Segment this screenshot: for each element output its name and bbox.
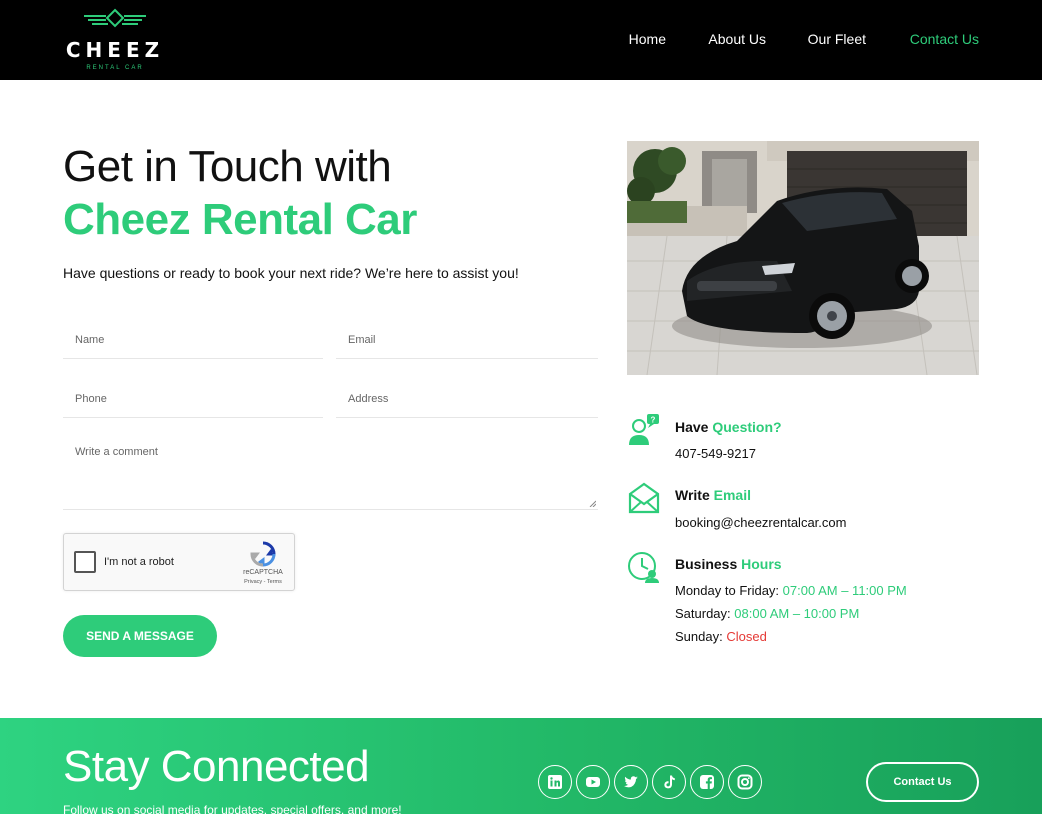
svg-text:?: ? [651, 416, 656, 425]
mail-icon [628, 482, 660, 514]
nav-our-fleet[interactable]: Our Fleet [808, 31, 866, 47]
name-field-wrap [63, 321, 323, 359]
clock-icon [628, 552, 659, 583]
name-input[interactable] [63, 321, 323, 358]
page-title-line2: Cheez Rental Car [63, 195, 417, 244]
facebook-icon[interactable] [690, 765, 724, 799]
footer-title: Stay Connected [63, 742, 370, 791]
address-field-wrap [336, 380, 598, 418]
wing-emblem-icon [84, 8, 146, 28]
instagram-icon[interactable] [728, 765, 762, 799]
address-input[interactable] [336, 380, 598, 417]
footer-contact-button[interactable]: Contact Us [866, 762, 979, 802]
brand-name: CHEEZ [65, 38, 165, 62]
comment-textarea[interactable] [63, 434, 598, 509]
phone-input[interactable] [63, 380, 323, 417]
footer-subtitle: Follow us on social media for updates, s… [63, 803, 402, 814]
hours-saturday: Saturday: 08:00 AM – 10:00 PM [675, 606, 860, 621]
nav-about-us[interactable]: About Us [708, 31, 766, 47]
tiktok-icon[interactable] [652, 765, 686, 799]
twitter-icon[interactable] [614, 765, 648, 799]
recaptcha-checkbox[interactable] [74, 551, 96, 573]
phone-field-wrap [63, 380, 323, 418]
hours-sunday: Sunday: Closed [675, 629, 767, 644]
support-agent-icon: ? [629, 414, 659, 445]
site-header: CHEEZ RENTAL CAR Home About Us Our Fleet… [0, 0, 1042, 80]
comment-field-wrap [63, 434, 598, 510]
email-input[interactable] [336, 321, 598, 358]
intro-text: Have questions or ready to book your nex… [63, 265, 519, 281]
brand-logo[interactable]: CHEEZ RENTAL CAR [62, 8, 172, 74]
recaptcha-logo-icon [250, 541, 276, 567]
question-title: Have Question? [675, 419, 782, 435]
email-address[interactable]: booking@cheezrentalcar.com [675, 515, 846, 530]
send-message-button[interactable]: SEND A MESSAGE [63, 615, 217, 657]
resize-grip-icon[interactable] [589, 500, 596, 507]
car-photo [627, 141, 979, 375]
nav-contact-us[interactable]: Contact Us [910, 31, 979, 47]
email-title: Write Email [675, 487, 751, 503]
recaptcha-widget: I'm not a robot reCAPTCHA Privacy - Term… [63, 533, 295, 591]
brand-tagline: RENTAL CAR [86, 65, 144, 71]
recaptcha-label: I'm not a robot [104, 556, 174, 568]
hours-title: Business Hours [675, 556, 782, 572]
page-title-line1: Get in Touch with [63, 142, 392, 191]
hours-weekday: Monday to Friday: 07:00 AM – 11:00 PM [675, 583, 907, 598]
stay-connected-footer: Stay Connected Follow us on social media… [0, 718, 1042, 814]
youtube-icon[interactable] [576, 765, 610, 799]
recaptcha-terms-link[interactable]: Privacy - Terms [234, 579, 292, 585]
phone-number[interactable]: 407-549-9217 [675, 446, 756, 461]
nav-home[interactable]: Home [629, 31, 666, 47]
recaptcha-brand: reCAPTCHA [243, 569, 283, 576]
linkedin-icon[interactable] [538, 765, 572, 799]
email-field-wrap [336, 321, 598, 359]
